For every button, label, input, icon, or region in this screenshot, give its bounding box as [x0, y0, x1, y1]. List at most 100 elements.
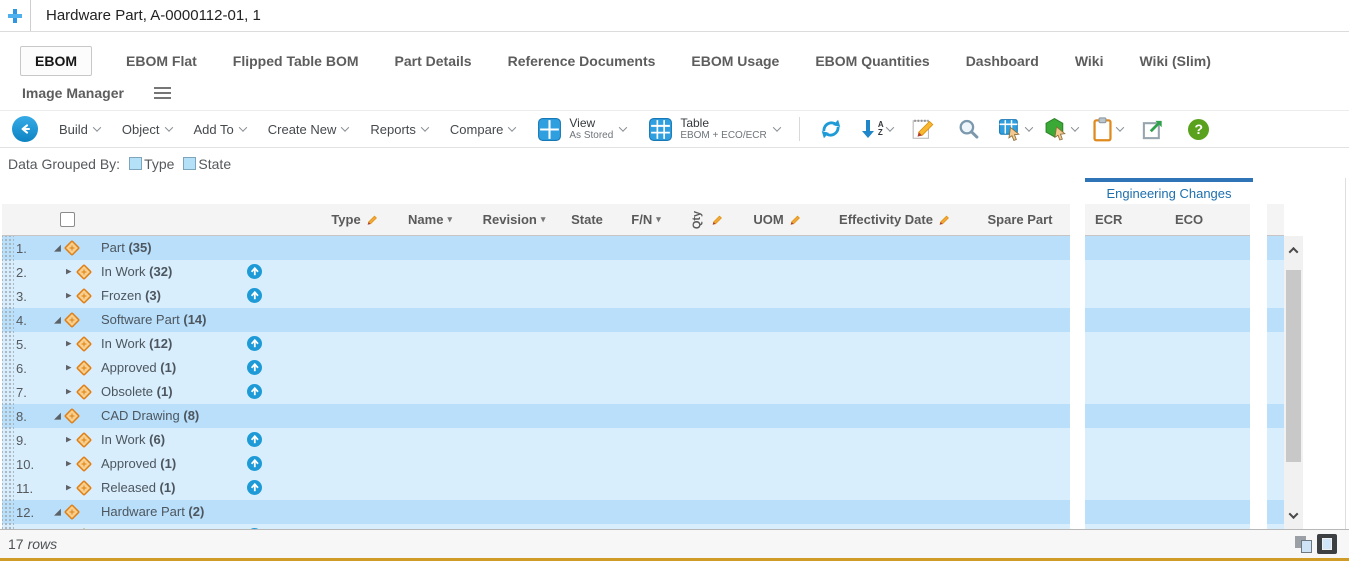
- column-filter-icon[interactable]: ▾: [656, 214, 661, 225]
- bom-state-group-row[interactable]: 7.▸Obsolete (1): [2, 380, 1070, 404]
- drag-handle[interactable]: [2, 500, 14, 524]
- goto-button[interactable]: [247, 360, 262, 380]
- goto-button[interactable]: [247, 456, 262, 476]
- collapse-toggle-icon[interactable]: ◢: [54, 412, 61, 421]
- tab-ebom-quantities[interactable]: EBOM Quantities: [813, 47, 931, 75]
- tab-ebom[interactable]: EBOM: [20, 46, 92, 76]
- tab-flipped-table-bom[interactable]: Flipped Table BOM: [231, 47, 361, 75]
- drag-handle[interactable]: [2, 452, 14, 476]
- expand-toggle-icon[interactable]: ▸: [66, 387, 72, 398]
- back-button[interactable]: [12, 116, 38, 142]
- bom-state-group-row[interactable]: 9.▸In Work (6): [2, 428, 1070, 452]
- drag-handle[interactable]: [2, 308, 14, 332]
- column-header-uom[interactable]: UOM: [735, 204, 820, 235]
- drag-handle[interactable]: [2, 236, 14, 260]
- tab-image-manager[interactable]: Image Manager: [20, 79, 126, 107]
- tab-wiki[interactable]: Wiki: [1073, 47, 1106, 75]
- goto-button[interactable]: [247, 336, 262, 356]
- drag-handle[interactable]: [2, 404, 14, 428]
- bom-state-group-row[interactable]: 5.▸In Work (12): [2, 332, 1070, 356]
- collapse-toggle-icon[interactable]: ◢: [54, 244, 61, 253]
- sort-button[interactable]: AZ: [859, 114, 895, 144]
- column-header-spare-part[interactable]: Spare Part: [970, 204, 1070, 235]
- bom-state-group-row[interactable]: 10.▸Approved (1): [2, 452, 1070, 476]
- single-pane-icon[interactable]: [1317, 534, 1337, 554]
- column-select-button[interactable]: [997, 114, 1033, 144]
- tab-ebom-flat[interactable]: EBOM Flat: [124, 47, 199, 75]
- app-compass-icon[interactable]: [0, 0, 31, 31]
- clipboard-button[interactable]: [1089, 114, 1125, 144]
- bom-state-group-row[interactable]: 3.▸Frozen (3): [2, 284, 1070, 308]
- drag-handle[interactable]: [2, 380, 14, 404]
- row-tree-cell: ◢Hardware Part (2): [50, 500, 1070, 524]
- expand-toggle-icon[interactable]: ▸: [66, 339, 72, 350]
- menu-build[interactable]: Build: [48, 111, 111, 147]
- bom-type-group-row[interactable]: 1.◢Part (35): [2, 236, 1070, 260]
- bom-state-group-row[interactable]: 11.▸Released (1): [2, 476, 1070, 500]
- refresh-button[interactable]: [813, 114, 849, 144]
- group-by-token-state[interactable]: State: [183, 156, 231, 172]
- goto-button[interactable]: [247, 384, 262, 404]
- menu-compare[interactable]: Compare: [439, 111, 526, 147]
- bom-type-group-row[interactable]: 8.◢CAD Drawing (8): [2, 404, 1070, 428]
- search-button[interactable]: [951, 114, 987, 144]
- help-button[interactable]: ?: [1181, 114, 1217, 144]
- group-by-token-type[interactable]: Type: [129, 156, 174, 172]
- collapse-toggle-icon[interactable]: ◢: [54, 316, 61, 325]
- goto-button[interactable]: [247, 480, 262, 500]
- column-header-effectivity-date[interactable]: Effectivity Date: [820, 204, 970, 235]
- tab-ebom-usage[interactable]: EBOM Usage: [689, 47, 781, 75]
- table-config-button[interactable]: TableEBOM + ECO/ECR: [637, 117, 790, 142]
- column-header-eco[interactable]: ECO: [1165, 204, 1250, 235]
- menu-add-to[interactable]: Add To: [183, 111, 257, 147]
- vertical-scrollbar[interactable]: [1284, 236, 1303, 529]
- expand-toggle-icon[interactable]: ▸: [66, 483, 72, 494]
- goto-button[interactable]: [247, 288, 262, 308]
- column-header-name[interactable]: Name▾: [391, 204, 469, 235]
- tab-dashboard[interactable]: Dashboard: [964, 47, 1041, 75]
- bom-type-group-row[interactable]: 12.◢Hardware Part (2): [2, 500, 1070, 524]
- menu-create-new[interactable]: Create New: [257, 111, 360, 147]
- drag-handle[interactable]: [2, 476, 14, 500]
- expand-toggle-icon[interactable]: ▸: [66, 435, 72, 446]
- menu-object[interactable]: Object: [111, 111, 183, 147]
- menu-reports[interactable]: Reports: [359, 111, 439, 147]
- state-action-button[interactable]: [1043, 114, 1079, 144]
- bom-state-group-row[interactable]: 6.▸Approved (1): [2, 356, 1070, 380]
- tab-reference-documents[interactable]: Reference Documents: [506, 47, 658, 75]
- tab-wiki-slim[interactable]: Wiki (Slim): [1137, 47, 1212, 75]
- drag-handle[interactable]: [2, 332, 14, 356]
- column-header-qty[interactable]: Qty: [677, 204, 735, 235]
- goto-button[interactable]: [247, 432, 262, 452]
- view-mode-button[interactable]: ViewAs Stored: [526, 117, 637, 142]
- drag-handle[interactable]: [2, 428, 14, 452]
- drag-handle[interactable]: [2, 356, 14, 380]
- goto-button[interactable]: [247, 264, 262, 284]
- tab-part-details[interactable]: Part Details: [393, 47, 474, 75]
- column-header-type[interactable]: Type: [319, 204, 391, 235]
- drag-handle[interactable]: [2, 260, 14, 284]
- drag-handle[interactable]: [2, 284, 14, 308]
- collapse-toggle-icon[interactable]: ◢: [54, 508, 61, 517]
- column-header-state[interactable]: State: [559, 204, 615, 235]
- bom-state-group-row[interactable]: 2.▸In Work (32): [2, 260, 1070, 284]
- column-filter-icon[interactable]: ▾: [447, 214, 452, 225]
- column-filter-icon[interactable]: ▾: [541, 214, 546, 225]
- column-header-f-n[interactable]: F/N▾: [615, 204, 677, 235]
- column-header-revision[interactable]: Revision▾: [469, 204, 559, 235]
- cascade-windows-icon[interactable]: [1295, 536, 1312, 553]
- scrollbar-thumb[interactable]: [1286, 270, 1301, 462]
- expand-toggle-icon[interactable]: ▸: [66, 291, 72, 302]
- scroll-up-button[interactable]: [1284, 236, 1303, 264]
- open-in-window-button[interactable]: [1135, 114, 1171, 144]
- column-header-ecr[interactable]: ECR: [1085, 204, 1165, 235]
- more-tabs-menu-icon[interactable]: [154, 87, 171, 99]
- expand-toggle-icon[interactable]: ▸: [66, 363, 72, 374]
- bom-type-group-row[interactable]: 4.◢Software Part (14): [2, 308, 1070, 332]
- scroll-down-button[interactable]: [1284, 501, 1303, 529]
- select-all-checkbox[interactable]: [60, 212, 75, 227]
- edit-button[interactable]: [905, 114, 941, 144]
- expand-toggle-icon[interactable]: ▸: [66, 267, 72, 278]
- expand-toggle-icon[interactable]: ▸: [66, 459, 72, 470]
- sort-arrow-icon: [861, 118, 875, 140]
